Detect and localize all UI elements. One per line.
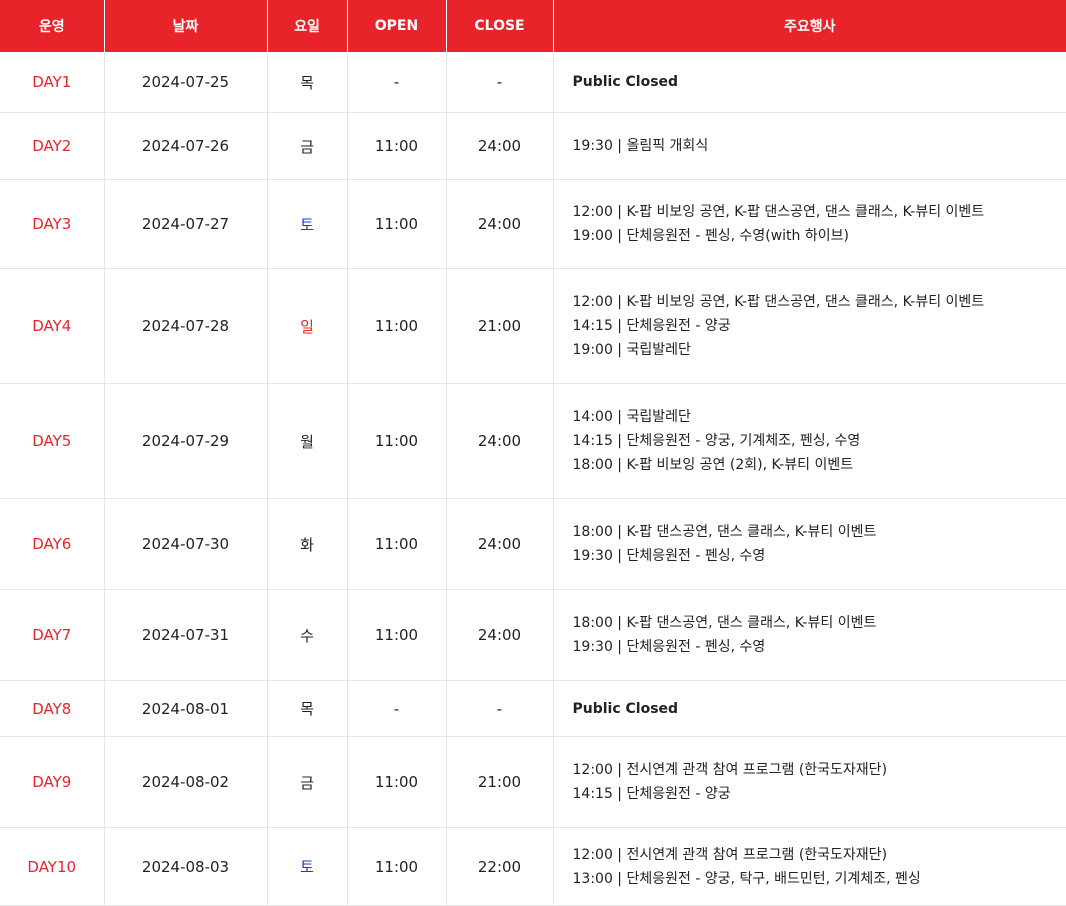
open-time-cell: 11:00 bbox=[347, 113, 446, 180]
events-cell: 18:00 | K-팝 댄스공연, 댄스 클래스, K-뷰티 이벤트 19:30… bbox=[553, 499, 1066, 590]
close-time-cell: 24:00 bbox=[446, 590, 553, 681]
close-time-cell: 22:00 bbox=[446, 828, 553, 906]
date-cell: 2024-08-01 bbox=[104, 681, 267, 737]
event-line: 14:00 | 국립발레단 bbox=[573, 405, 1066, 429]
events-cell: 12:00 | 전시연계 관객 참여 프로그램 (한국도자재단) 13:00 |… bbox=[553, 828, 1066, 906]
header-row: 운영 날짜 요일 OPEN CLOSE 주요행사 bbox=[0, 0, 1066, 52]
day-label: DAY8 bbox=[0, 681, 104, 737]
weekday-cell: 토 bbox=[267, 180, 347, 269]
events-cell: 18:00 | K-팝 댄스공연, 댄스 클래스, K-뷰티 이벤트 19:30… bbox=[553, 590, 1066, 681]
weekday-cell: 화 bbox=[267, 499, 347, 590]
events-cell: 14:00 | 국립발레단 14:15 | 단체응원전 - 양궁, 기계체조, … bbox=[553, 384, 1066, 499]
events-cell: 12:00 | K-팝 비보잉 공연, K-팝 댄스공연, 댄스 클래스, K-… bbox=[553, 269, 1066, 384]
event-line: 12:00 | 전시연계 관객 참여 프로그램 (한국도자재단) bbox=[573, 843, 1066, 867]
weekday-cell: 토 bbox=[267, 828, 347, 906]
date-cell: 2024-08-02 bbox=[104, 737, 267, 828]
open-time-cell: - bbox=[347, 52, 446, 113]
weekday-cell: 금 bbox=[267, 113, 347, 180]
day-label: DAY9 bbox=[0, 737, 104, 828]
date-cell: 2024-07-29 bbox=[104, 384, 267, 499]
event-line: Public Closed bbox=[573, 697, 1066, 721]
events-cell: Public Closed bbox=[553, 681, 1066, 737]
day-label: DAY4 bbox=[0, 269, 104, 384]
weekday-cell: 목 bbox=[267, 681, 347, 737]
close-time-cell: - bbox=[446, 52, 553, 113]
events-cell: 12:00 | 전시연계 관객 참여 프로그램 (한국도자재단) 14:15 |… bbox=[553, 737, 1066, 828]
event-line: 14:15 | 단체응원전 - 양궁 bbox=[573, 782, 1066, 806]
table-header: 운영 날짜 요일 OPEN CLOSE 주요행사 bbox=[0, 0, 1066, 52]
header-dow: 요일 bbox=[267, 0, 347, 52]
close-time-cell: 24:00 bbox=[446, 499, 553, 590]
day-label: DAY3 bbox=[0, 180, 104, 269]
header-open: OPEN bbox=[347, 0, 446, 52]
close-time-cell: 21:00 bbox=[446, 269, 553, 384]
day-label: DAY2 bbox=[0, 113, 104, 180]
date-cell: 2024-07-26 bbox=[104, 113, 267, 180]
event-line: 12:00 | K-팝 비보잉 공연, K-팝 댄스공연, 댄스 클래스, K-… bbox=[573, 200, 1066, 224]
weekday-cell: 목 bbox=[267, 52, 347, 113]
close-time-cell: 24:00 bbox=[446, 180, 553, 269]
event-line: 19:00 | 국립발레단 bbox=[573, 338, 1066, 362]
table-row: DAY4 2024-07-28 일 11:00 21:00 12:00 | K-… bbox=[0, 269, 1066, 384]
date-cell: 2024-07-30 bbox=[104, 499, 267, 590]
day-label: DAY10 bbox=[0, 828, 104, 906]
header-events: 주요행사 bbox=[553, 0, 1066, 52]
day-label: DAY1 bbox=[0, 52, 104, 113]
weekday-cell: 수 bbox=[267, 590, 347, 681]
events-cell: Public Closed bbox=[553, 52, 1066, 113]
open-time-cell: 11:00 bbox=[347, 590, 446, 681]
event-line: 19:30 | 올림픽 개회식 bbox=[573, 134, 1066, 158]
day-label: DAY6 bbox=[0, 499, 104, 590]
event-line: 13:00 | 단체응원전 - 양궁, 탁구, 배드민턴, 기계체조, 펜싱 bbox=[573, 867, 1066, 891]
table-row: DAY3 2024-07-27 토 11:00 24:00 12:00 | K-… bbox=[0, 180, 1066, 269]
event-line: 18:00 | K-팝 댄스공연, 댄스 클래스, K-뷰티 이벤트 bbox=[573, 520, 1066, 544]
open-time-cell: 11:00 bbox=[347, 269, 446, 384]
table-row: DAY8 2024-08-01 목 - - Public Closed bbox=[0, 681, 1066, 737]
header-day: 운영 bbox=[0, 0, 104, 52]
event-line: Public Closed bbox=[573, 70, 1066, 94]
open-time-cell: 11:00 bbox=[347, 384, 446, 499]
weekday-cell: 금 bbox=[267, 737, 347, 828]
events-cell: 19:30 | 올림픽 개회식 bbox=[553, 113, 1066, 180]
date-cell: 2024-08-03 bbox=[104, 828, 267, 906]
open-time-cell: 11:00 bbox=[347, 828, 446, 906]
events-cell: 12:00 | K-팝 비보잉 공연, K-팝 댄스공연, 댄스 클래스, K-… bbox=[553, 180, 1066, 269]
weekday-cell: 월 bbox=[267, 384, 347, 499]
date-cell: 2024-07-28 bbox=[104, 269, 267, 384]
event-line: 19:30 | 단체응원전 - 펜싱, 수영 bbox=[573, 635, 1066, 659]
close-time-cell: - bbox=[446, 681, 553, 737]
event-line: 19:30 | 단체응원전 - 펜싱, 수영 bbox=[573, 544, 1066, 568]
event-line: 12:00 | 전시연계 관객 참여 프로그램 (한국도자재단) bbox=[573, 758, 1066, 782]
table-row: DAY10 2024-08-03 토 11:00 22:00 12:00 | 전… bbox=[0, 828, 1066, 906]
table-row: DAY6 2024-07-30 화 11:00 24:00 18:00 | K-… bbox=[0, 499, 1066, 590]
schedule-table: 운영 날짜 요일 OPEN CLOSE 주요행사 DAY1 2024-07-25… bbox=[0, 0, 1066, 906]
table-row: DAY9 2024-08-02 금 11:00 21:00 12:00 | 전시… bbox=[0, 737, 1066, 828]
event-line: 14:15 | 단체응원전 - 양궁 bbox=[573, 314, 1066, 338]
open-time-cell: 11:00 bbox=[347, 737, 446, 828]
day-label: DAY5 bbox=[0, 384, 104, 499]
event-line: 19:00 | 단체응원전 - 펜싱, 수영(with 하이브) bbox=[573, 224, 1066, 248]
date-cell: 2024-07-25 bbox=[104, 52, 267, 113]
table-row: DAY5 2024-07-29 월 11:00 24:00 14:00 | 국립… bbox=[0, 384, 1066, 499]
event-line: 14:15 | 단체응원전 - 양궁, 기계체조, 펜싱, 수영 bbox=[573, 429, 1066, 453]
header-close: CLOSE bbox=[446, 0, 553, 52]
weekday-cell: 일 bbox=[267, 269, 347, 384]
header-date: 날짜 bbox=[104, 0, 267, 52]
close-time-cell: 24:00 bbox=[446, 384, 553, 499]
event-line: 12:00 | K-팝 비보잉 공연, K-팝 댄스공연, 댄스 클래스, K-… bbox=[573, 290, 1066, 314]
open-time-cell: 11:00 bbox=[347, 499, 446, 590]
table-row: DAY2 2024-07-26 금 11:00 24:00 19:30 | 올림… bbox=[0, 113, 1066, 180]
day-label: DAY7 bbox=[0, 590, 104, 681]
table-row: DAY7 2024-07-31 수 11:00 24:00 18:00 | K-… bbox=[0, 590, 1066, 681]
event-line: 18:00 | K-팝 비보잉 공연 (2회), K-뷰티 이벤트 bbox=[573, 453, 1066, 477]
table-body: DAY1 2024-07-25 목 - - Public Closed DAY2… bbox=[0, 52, 1066, 906]
date-cell: 2024-07-31 bbox=[104, 590, 267, 681]
open-time-cell: - bbox=[347, 681, 446, 737]
event-line: 18:00 | K-팝 댄스공연, 댄스 클래스, K-뷰티 이벤트 bbox=[573, 611, 1066, 635]
table-row: DAY1 2024-07-25 목 - - Public Closed bbox=[0, 52, 1066, 113]
close-time-cell: 24:00 bbox=[446, 113, 553, 180]
open-time-cell: 11:00 bbox=[347, 180, 446, 269]
date-cell: 2024-07-27 bbox=[104, 180, 267, 269]
close-time-cell: 21:00 bbox=[446, 737, 553, 828]
